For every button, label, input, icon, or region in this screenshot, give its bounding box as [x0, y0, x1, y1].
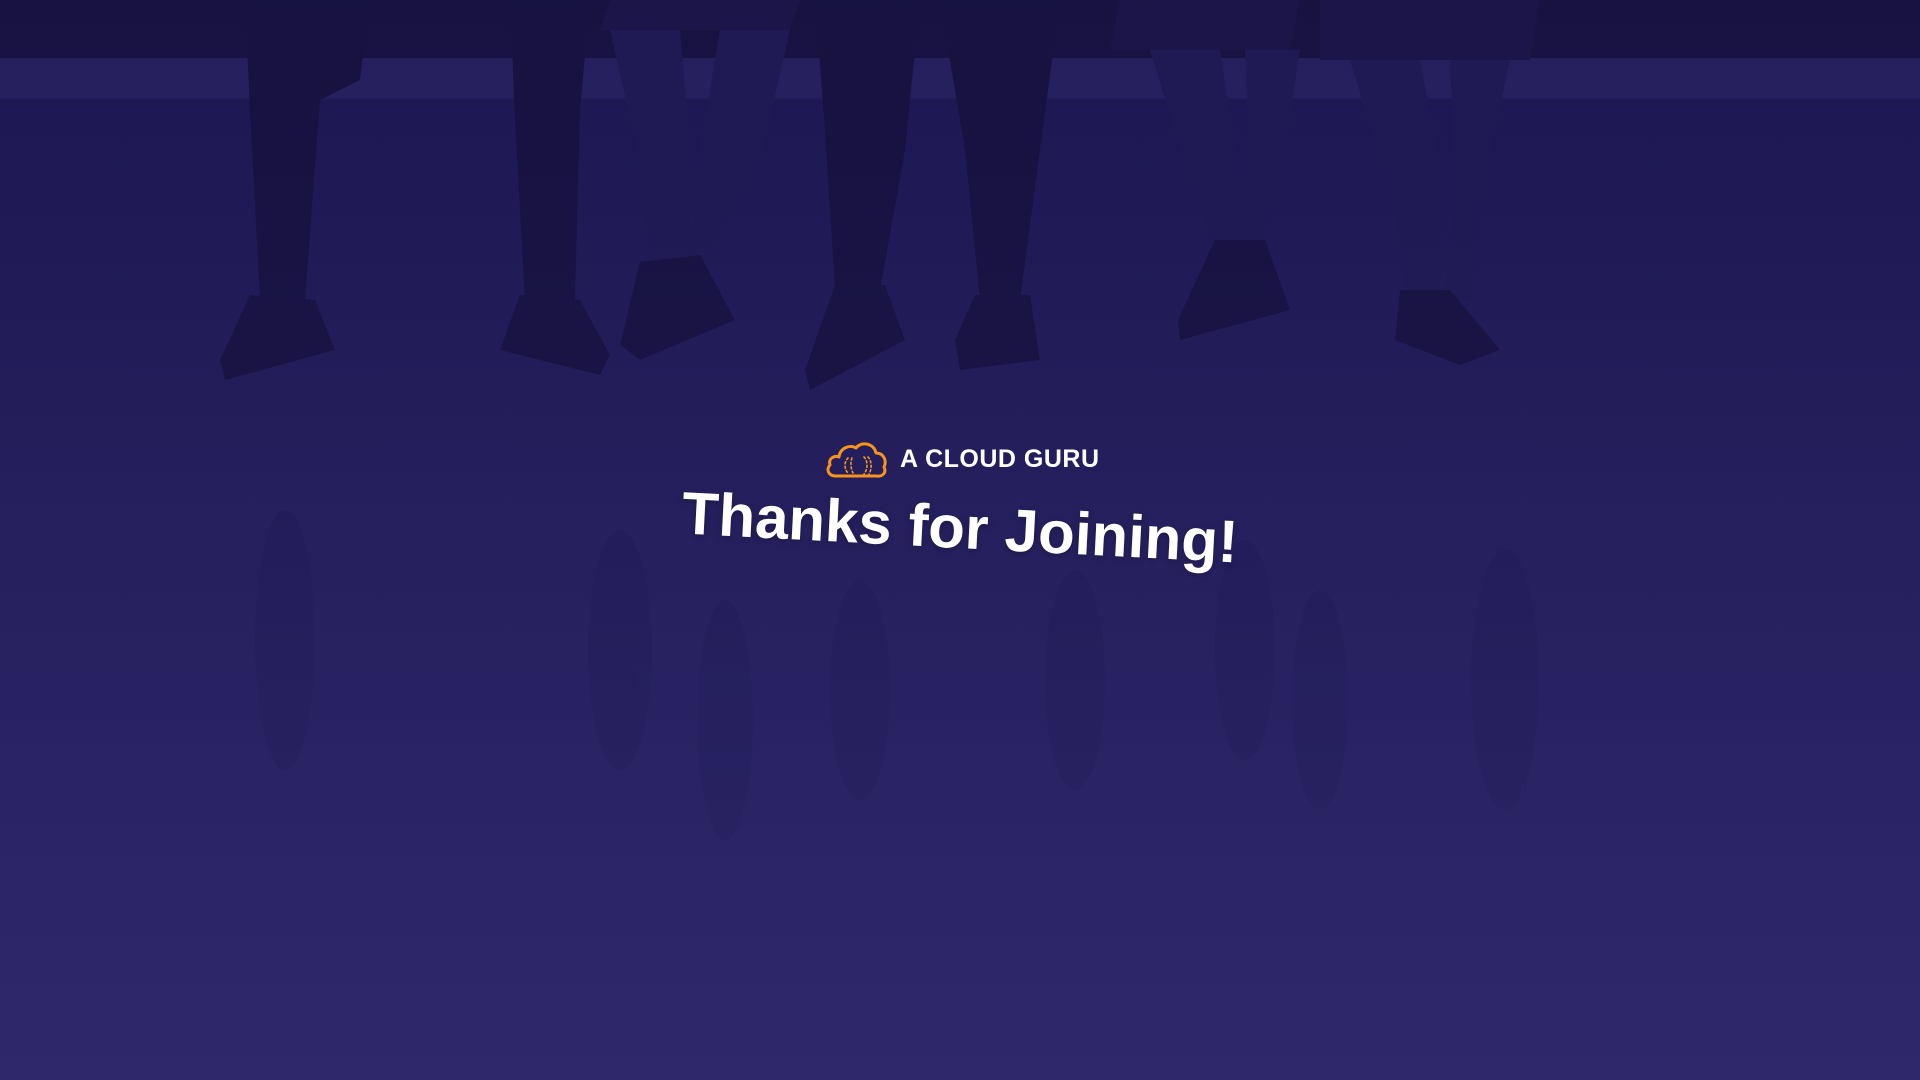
cloud-logo-icon	[826, 442, 887, 478]
brand-logo: A CLOUD GURU	[824, 434, 1100, 484]
video-frame: A CLOUD GURU Thanks for Joining!	[0, 0, 1920, 1080]
brand-name: A CLOUD GURU	[900, 444, 1100, 473]
